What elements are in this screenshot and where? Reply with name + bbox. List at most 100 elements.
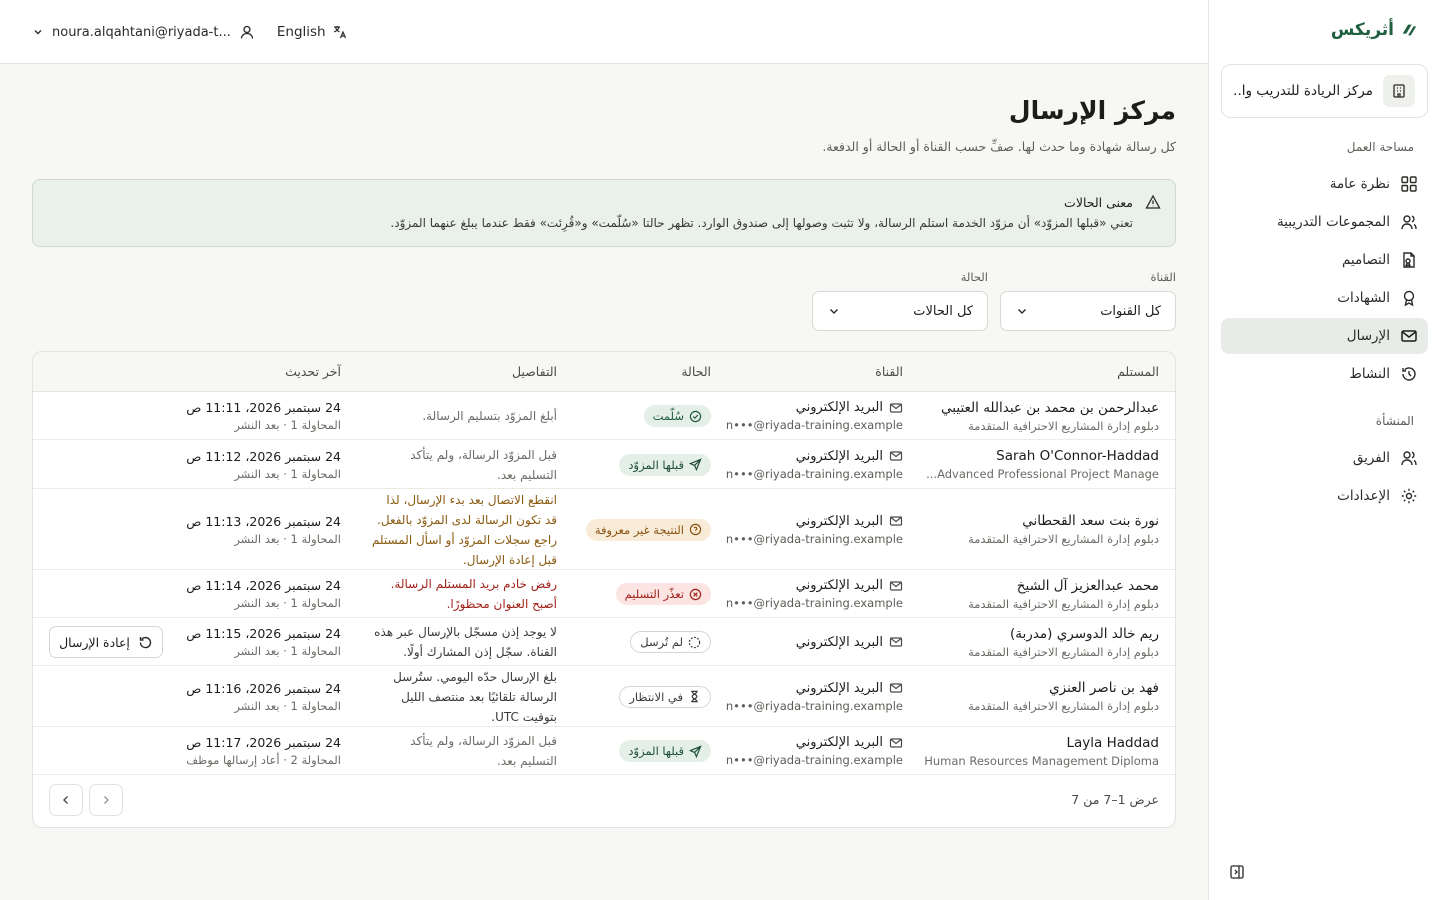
details-text: انقطع الاتصال بعد بدء الإرسال، لذا قد تك… <box>371 492 557 567</box>
prev-page-button[interactable] <box>49 784 83 816</box>
status-badge: في الانتظار <box>619 685 711 708</box>
status-badge: تعذّر التسليم <box>615 583 711 605</box>
users-icon <box>1401 215 1417 230</box>
page-title: مركز الإرسال <box>1008 96 1176 125</box>
recipient-cell: نورة بنت سعد القحطاني دبلوم إدارة المشار… <box>968 489 1159 570</box>
recipient-name: ريم خالد الدوسري (مدربة) <box>1010 625 1159 642</box>
channel-name: البريد الإلكتروني <box>795 735 883 750</box>
table-row[interactable]: محمد عبدالعزيز آل الشيخ دبلوم إدارة المش… <box>33 570 1175 618</box>
brand-logo[interactable]: أثريكس <box>1331 20 1418 40</box>
nav-item-overview[interactable]: نظرة عامة <box>1221 166 1428 202</box>
nav-item-cohorts[interactable]: المجموعات التدريبية <box>1221 204 1428 240</box>
translate-icon <box>333 26 346 39</box>
col-updated: آخر تحديث <box>285 364 341 379</box>
status-badge: قبلها المزوّد <box>619 453 711 476</box>
mail-icon <box>889 402 903 413</box>
recipient-name: Layla Haddad <box>1066 734 1159 751</box>
attempt-meta: المحاولة 1 · بعد النشر <box>234 531 341 546</box>
col-channel: القناة <box>875 364 903 379</box>
channel-name: البريد الإلكتروني <box>795 578 883 593</box>
table-row[interactable]: فهد بن ناصر العنزي دبلوم إدارة المشاريع … <box>33 666 1175 727</box>
resend-label: إعادة الإرسال <box>59 634 130 650</box>
recipient-program: دبلوم إدارة المشاريع الاحترافية المتقدمة <box>968 699 1159 713</box>
channel-name: البريد الإلكتروني <box>795 513 883 529</box>
details-cell: قبل المزوّد الرسالة، ولم يتأكد التسليم ب… <box>371 440 557 489</box>
channel-cell: البريد الإلكتروني n•••@riyada-training.e… <box>726 727 903 775</box>
refresh-icon <box>139 636 152 648</box>
channel-address: n•••@riyada-training.example <box>725 531 903 546</box>
nav-item-label: التصاميم <box>1341 252 1390 268</box>
updated-date: 24 سبتمبر 2026، 11:13 ص <box>186 513 341 529</box>
nav-item-label: الشهادات <box>1337 290 1390 306</box>
col-details: التفاصيل <box>511 364 557 379</box>
details-text: بلغ الإرسال حدّه اليومي. ستُرسل الرسالة … <box>393 669 557 724</box>
mail-icon <box>889 516 903 526</box>
status-info-alert: معنى الحالات تعني «قبلها المزوّد» أن مزو… <box>32 179 1176 247</box>
award-icon <box>1403 290 1415 307</box>
channel-cell: البريد الإلكتروني n•••@riyada-training.e… <box>726 489 903 570</box>
recipient-cell: محمد عبدالعزيز آل الشيخ دبلوم إدارة المش… <box>968 570 1159 618</box>
results-count: عرض 1–7 من 7 <box>1071 792 1159 807</box>
nav-item-certificates[interactable]: الشهادات <box>1221 280 1428 316</box>
channel-filter-select[interactable]: كل القنوات <box>1000 291 1176 331</box>
table-row[interactable]: ريم خالد الدوسري (مدربة) دبلوم إدارة الم… <box>33 618 1175 666</box>
details-text: رفض خادم بريد المستلم الرسالة. أصبح العن… <box>390 577 557 611</box>
sidebar-collapse-icon[interactable] <box>1229 864 1245 880</box>
attempt-meta: المحاولة 2 · أعاد إرسالها موظف <box>186 753 341 767</box>
top-header: noura.alqahtani@riyada-t... English <box>0 0 1208 64</box>
recipient-name: نورة بنت سعد القحطاني <box>1022 513 1159 529</box>
updated-date: 24 سبتمبر 2026، 11:15 ص <box>186 626 341 641</box>
mail-icon <box>889 683 903 693</box>
chevron-down-icon <box>34 30 42 35</box>
details-cell: انقطع الاتصال بعد بدء الإرسال، لذا قد تك… <box>371 489 557 570</box>
org-nav: الفريق الإعدادات <box>1221 440 1428 516</box>
nav-item-delivery[interactable]: الإرسال <box>1221 318 1428 354</box>
recipient-program: Human Resources Management Diploma <box>924 753 1159 768</box>
language-switcher[interactable]: English <box>277 24 348 40</box>
attempt-meta: المحاولة 1 · بعد النشر <box>234 596 341 610</box>
status-label: سُلّمت <box>652 409 684 423</box>
resend-button[interactable]: إعادة الإرسال <box>49 626 163 658</box>
chevron-right-icon <box>104 796 109 804</box>
status-cell: لم تُرسل <box>630 618 711 666</box>
nav-item-settings[interactable]: الإعدادات <box>1221 478 1428 514</box>
nav-item-label: نظرة عامة <box>1329 176 1390 192</box>
table-row[interactable]: Sarah O'Connor-Haddad Advanced Professio… <box>33 440 1175 489</box>
table-header: المستلم القناة الحالة التفاصيل آخر تحديث <box>33 352 1175 392</box>
gear-icon <box>1401 488 1417 504</box>
question-circle-icon <box>689 523 702 536</box>
status-label: تعذّر التسليم <box>624 587 684 601</box>
updated-date: 24 سبتمبر 2026، 11:12 ص <box>186 448 341 464</box>
updated-cell: 24 سبتمبر 2026، 11:13 ص المحاولة 1 · بعد… <box>186 489 341 570</box>
history-icon <box>1402 367 1416 381</box>
details-text: لا يوجد إذن مسجّل بالإرسال عبر هذه القنا… <box>374 625 557 659</box>
user-menu[interactable]: noura.alqahtani@riyada-t... <box>32 24 255 40</box>
channel-address: n•••@riyada-training.example <box>725 753 903 767</box>
table-row[interactable]: Layla Haddad Human Resources Management … <box>33 727 1175 775</box>
details-cell: لا يوجد إذن مسجّل بالإرسال عبر هذه القنا… <box>371 618 557 666</box>
recipient-program: دبلوم إدارة المشاريع الاحترافية المتقدمة <box>968 644 1159 659</box>
updated-date: 24 سبتمبر 2026، 11:11 ص <box>186 400 341 415</box>
updated-cell: 24 سبتمبر 2026، 11:14 ص المحاولة 1 · بعد… <box>186 570 341 618</box>
org-switcher[interactable]: مركز الريادة للتدريب وا... <box>1221 64 1428 118</box>
nav-item-activity[interactable]: النشاط <box>1221 356 1428 392</box>
nav-item-templates[interactable]: التصاميم <box>1221 242 1428 278</box>
channel-address: n•••@riyada-training.example <box>725 698 903 713</box>
page-subtitle: كل رسالة شهادة وما حدث لها. صفِّ حسب الق… <box>822 139 1176 154</box>
delivery-table: المستلم القناة الحالة التفاصيل آخر تحديث… <box>32 351 1176 828</box>
next-page-button[interactable] <box>89 784 123 816</box>
template-icon <box>1403 252 1415 268</box>
nav-item-team[interactable]: الفريق <box>1221 440 1428 476</box>
details-text: قبل المزوّد الرسالة، ولم يتأكد التسليم ب… <box>410 734 557 768</box>
status-label: قبلها المزوّد <box>628 744 684 758</box>
table-row[interactable]: عبدالرحمن بن محمد بن عبدالله العتيبي دبل… <box>33 392 1175 440</box>
mail-icon <box>889 451 903 461</box>
channel-filter-label: القناة <box>1150 270 1176 284</box>
channel-cell: البريد الإلكتروني n•••@riyada-training.e… <box>726 440 903 489</box>
hourglass-icon <box>691 690 698 703</box>
status-cell: قبلها المزوّد <box>619 440 711 489</box>
table-row[interactable]: نورة بنت سعد القحطاني دبلوم إدارة المشار… <box>33 489 1175 570</box>
attempt-meta: المحاولة 1 · بعد النشر <box>234 644 341 658</box>
status-filter-select[interactable]: كل الحالات <box>812 291 988 331</box>
mail-icon <box>889 637 903 647</box>
